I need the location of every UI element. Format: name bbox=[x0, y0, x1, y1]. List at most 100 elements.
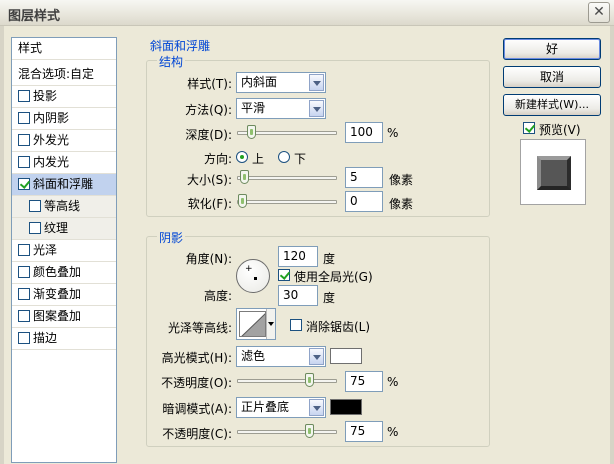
window-title: 图层样式 bbox=[8, 9, 61, 24]
style-list-item[interactable]: 渐变叠加 bbox=[12, 284, 116, 306]
style-preview bbox=[520, 139, 586, 205]
technique-select[interactable]: 平滑 bbox=[236, 98, 326, 119]
window-frame-left bbox=[0, 26, 4, 464]
gloss-contour-picker[interactable] bbox=[236, 308, 276, 340]
style-list-item[interactable]: 内阴影 bbox=[12, 108, 116, 130]
gloss-contour-label: 光泽等高线: bbox=[167, 321, 232, 335]
depth-slider-thumb[interactable] bbox=[247, 125, 256, 139]
direction-label: 方向: bbox=[203, 152, 232, 166]
style-list-item[interactable]: 颜色叠加 bbox=[12, 262, 116, 284]
depth-input[interactable]: 100 bbox=[345, 122, 383, 143]
style-list-item[interactable]: 等高线 bbox=[12, 196, 116, 218]
style-checkbox[interactable] bbox=[18, 90, 30, 102]
style-list-item[interactable]: 图案叠加 bbox=[12, 306, 116, 328]
style-list-label: 内阴影 bbox=[33, 111, 70, 125]
style-checkbox[interactable] bbox=[29, 200, 41, 212]
style-list-label: 颜色叠加 bbox=[33, 265, 82, 279]
chevron-down-icon[interactable] bbox=[309, 348, 324, 365]
highlight-color-swatch[interactable] bbox=[330, 348, 362, 364]
crosshair-icon: + bbox=[245, 264, 253, 274]
direction-down-radio[interactable] bbox=[278, 151, 290, 163]
direction-up-radio[interactable] bbox=[236, 151, 248, 163]
size-input[interactable]: 5 bbox=[345, 167, 383, 188]
depth-unit: % bbox=[387, 126, 399, 140]
highlight-opacity-unit: % bbox=[387, 375, 399, 389]
angle-label: 角度(N): bbox=[185, 252, 232, 266]
angle-input[interactable]: 120 bbox=[278, 246, 318, 267]
cancel-button[interactable]: 取消 bbox=[503, 66, 601, 88]
style-list-item[interactable]: 纹理 bbox=[12, 218, 116, 240]
chevron-down-icon[interactable] bbox=[309, 74, 324, 91]
style-list-label: 光泽 bbox=[33, 243, 58, 257]
structure-title: 结构 bbox=[157, 53, 186, 70]
shadow-mode-select[interactable]: 正片叠底 bbox=[236, 397, 326, 418]
altitude-input[interactable]: 30 bbox=[278, 285, 318, 306]
style-checkbox[interactable] bbox=[18, 310, 30, 322]
shadow-opacity-input[interactable]: 75 bbox=[345, 421, 383, 442]
soften-slider-thumb[interactable] bbox=[238, 194, 247, 208]
style-list-item[interactable]: 投影 bbox=[12, 86, 116, 108]
blend-options-item[interactable]: 混合选项:自定 bbox=[12, 64, 116, 86]
direction-down-label[interactable]: 下 bbox=[294, 150, 306, 167]
style-checkbox[interactable] bbox=[29, 222, 41, 234]
style-checkbox[interactable] bbox=[18, 288, 30, 300]
ok-button[interactable]: 好 bbox=[503, 38, 601, 60]
highlight-mode-select[interactable]: 滤色 bbox=[236, 346, 326, 367]
depth-slider[interactable] bbox=[237, 125, 337, 139]
technique-label: 方法(Q): bbox=[185, 103, 232, 117]
shadow-mode-label: 暗调模式(A): bbox=[162, 402, 232, 416]
title-bar: 图层样式 ✕ bbox=[0, 0, 614, 26]
close-button[interactable]: ✕ bbox=[588, 2, 610, 23]
chevron-down-icon[interactable] bbox=[266, 309, 275, 339]
window-frame-right bbox=[610, 26, 614, 464]
chevron-down-icon[interactable] bbox=[309, 100, 324, 117]
antialias-label[interactable]: 消除锯齿(L) bbox=[306, 318, 370, 335]
bevel-section-title: 斜面和浮雕 bbox=[150, 39, 211, 53]
highlight-opacity-slider[interactable] bbox=[237, 373, 337, 387]
style-list-label: 斜面和浮雕 bbox=[33, 177, 94, 191]
shadow-opacity-label: 不透明度(C): bbox=[162, 427, 232, 441]
soften-unit: 像素 bbox=[389, 197, 414, 211]
style-list: 样式 混合选项:自定 投影内阴影外发光内发光斜面和浮雕等高线 纹理光泽颜色叠加渐变… bbox=[11, 37, 117, 463]
style-checkbox[interactable] bbox=[18, 134, 30, 146]
new-style-button[interactable]: 新建样式(W)... bbox=[503, 94, 601, 116]
style-list-label: 描边 bbox=[33, 331, 58, 345]
style-list-item[interactable]: 内发光 bbox=[12, 152, 116, 174]
highlight-opacity-input[interactable]: 75 bbox=[345, 371, 383, 392]
soften-slider[interactable] bbox=[237, 194, 337, 208]
preview-label[interactable]: 预览(V) bbox=[539, 121, 581, 138]
style-list-label: 外发光 bbox=[33, 133, 70, 147]
style-list-label: 渐变叠加 bbox=[33, 287, 82, 301]
style-list-item[interactable]: 光泽 bbox=[12, 240, 116, 262]
size-unit: 像素 bbox=[389, 173, 414, 187]
size-slider-thumb[interactable] bbox=[240, 170, 249, 184]
style-list-label: 投影 bbox=[33, 89, 58, 103]
style-checkbox[interactable] bbox=[18, 332, 30, 344]
style-checkbox[interactable] bbox=[18, 156, 30, 168]
antialias-checkbox[interactable] bbox=[290, 319, 302, 331]
style-checkbox[interactable] bbox=[18, 112, 30, 124]
style-list-item[interactable]: 斜面和浮雕 bbox=[12, 174, 116, 196]
shadow-color-swatch[interactable] bbox=[330, 399, 362, 415]
style-select[interactable]: 内斜面 bbox=[236, 72, 326, 93]
soften-input[interactable]: 0 bbox=[345, 191, 383, 212]
global-light-label[interactable]: 使用全局光(G) bbox=[294, 268, 373, 285]
style-list-header[interactable]: 样式 bbox=[12, 38, 116, 60]
highlight-opacity-thumb[interactable] bbox=[305, 373, 314, 387]
global-light-checkbox[interactable] bbox=[278, 269, 290, 281]
chevron-down-icon[interactable] bbox=[309, 399, 324, 416]
style-list-item[interactable]: 外发光 bbox=[12, 130, 116, 152]
shadow-opacity-slider[interactable] bbox=[237, 424, 337, 438]
depth-label: 深度(D): bbox=[185, 128, 232, 142]
style-checkbox[interactable] bbox=[18, 178, 30, 190]
style-label: 样式(T): bbox=[187, 77, 232, 91]
style-checkbox[interactable] bbox=[18, 244, 30, 256]
direction-up-label[interactable]: 上 bbox=[252, 150, 264, 167]
angle-dial[interactable]: + bbox=[236, 259, 270, 293]
size-slider[interactable] bbox=[237, 170, 337, 184]
style-list-item[interactable]: 描边 bbox=[12, 328, 116, 350]
shadow-opacity-thumb[interactable] bbox=[305, 424, 314, 438]
style-checkbox[interactable] bbox=[18, 266, 30, 278]
shadow-opacity-unit: % bbox=[387, 425, 399, 439]
preview-checkbox[interactable] bbox=[523, 122, 535, 134]
